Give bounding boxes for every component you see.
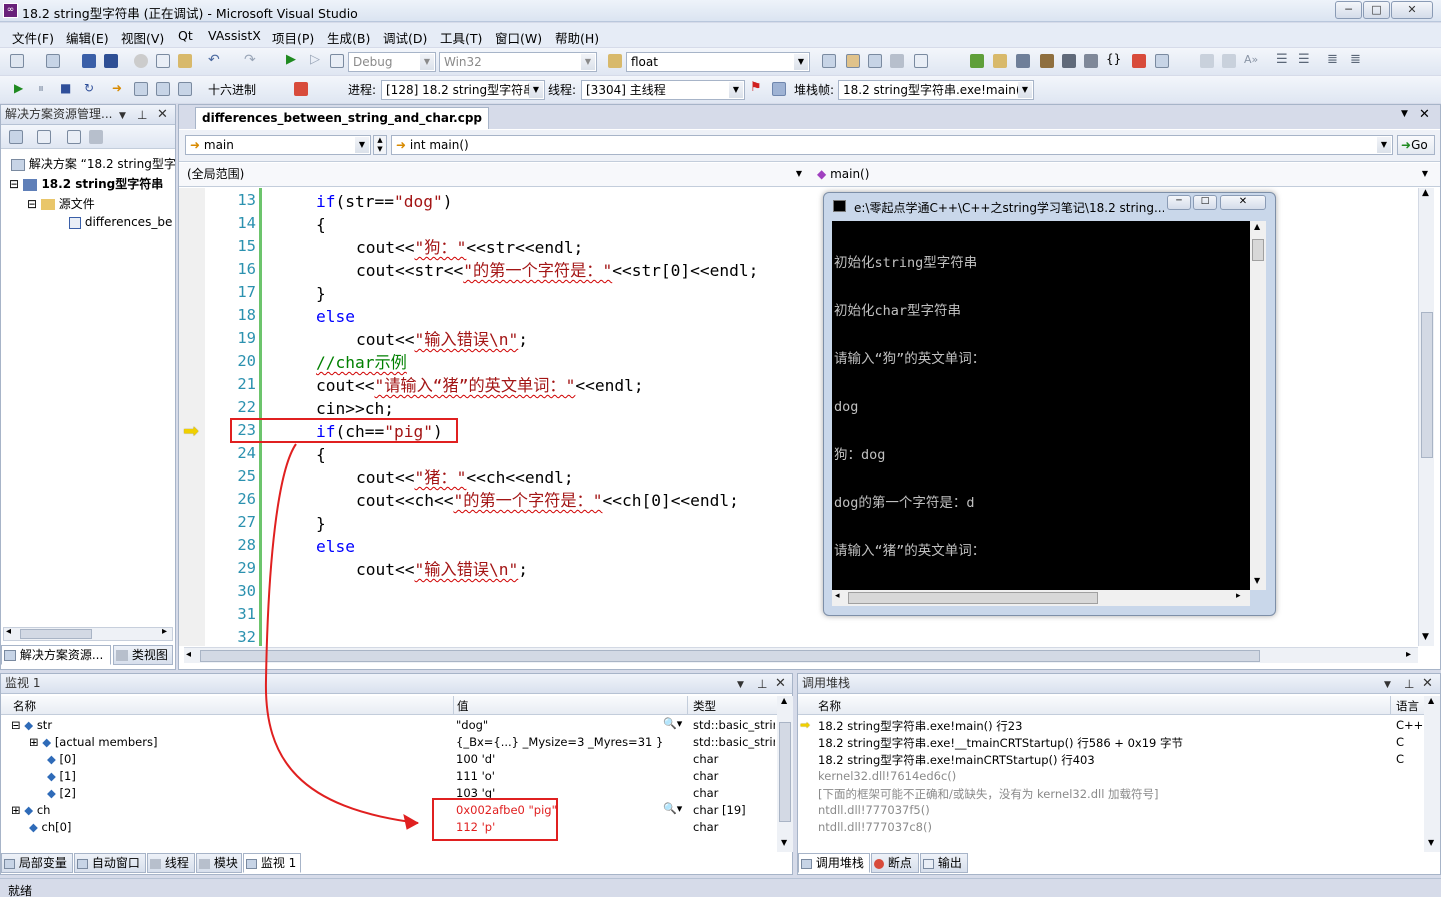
annotation-arrow [264, 443, 420, 830]
